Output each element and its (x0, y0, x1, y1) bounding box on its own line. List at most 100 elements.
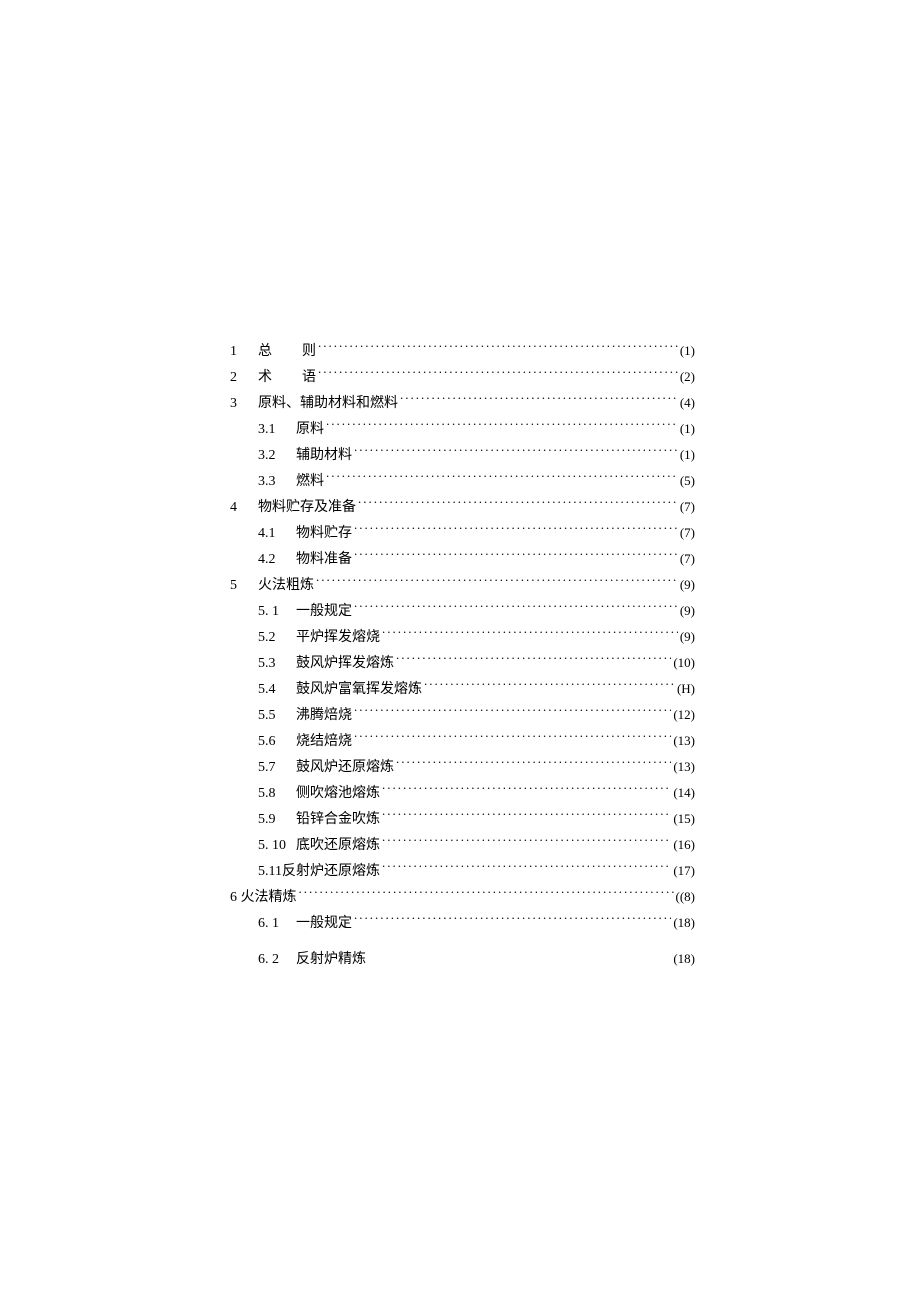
toc-leader-dots (352, 913, 671, 927)
toc-subnum: 5.9 (258, 807, 296, 832)
toc-page-number: (7) (680, 546, 695, 571)
toc-leader-dots (394, 757, 671, 771)
toc-page-number: (15) (673, 806, 695, 831)
toc-leader-dots (316, 341, 678, 355)
toc-leader-dots (380, 861, 671, 875)
toc-leader-dots (380, 783, 671, 797)
toc-title: 原料 (296, 417, 324, 442)
toc-leader-dots (394, 653, 671, 667)
toc-page-number: (13) (673, 728, 695, 753)
toc-entry: 5.5沸腾焙烧 (12) (230, 702, 695, 728)
toc-subnum: 6. 2 (258, 947, 296, 972)
toc-page-number: (12) (673, 702, 695, 727)
toc-subnum: 5.3 (258, 651, 296, 676)
toc-title: 鼓风炉挥发熔炼 (296, 651, 394, 676)
toc-entry: 3.3燃料 (5) (230, 468, 695, 494)
toc-leader-dots (352, 445, 678, 459)
toc-subnum: 3.2 (258, 443, 296, 468)
toc-leader-dots (324, 419, 678, 433)
toc-entry: 5.7鼓风炉还原熔炼 (13) (230, 754, 695, 780)
toc-entry: 2术语(2) (230, 364, 695, 390)
toc-entry: 1总则 (1) (230, 338, 695, 364)
toc-title: 反射炉精炼 (296, 947, 366, 972)
toc-title: 沸腾焙烧 (296, 703, 352, 728)
toc-leader-dots (352, 705, 671, 719)
toc-entry: 5.2平炉挥发熔烧 (9) (230, 624, 695, 650)
toc-subnum: 5.5 (258, 703, 296, 728)
toc-subnum: 4.2 (258, 547, 296, 572)
toc-entry: 4.1物料贮存 (7) (230, 520, 695, 546)
toc-entry: 6. 2反射炉精炼 (18) (230, 946, 695, 972)
toc-page-number: (18) (673, 910, 695, 935)
toc-page-number: (1) (680, 442, 695, 467)
toc-entry: 5火法粗炼 (9) (230, 572, 695, 598)
toc-leader-dots (352, 523, 678, 537)
toc-page-number: ((8) (676, 884, 696, 909)
toc-leader-dots (324, 471, 678, 485)
toc-title: 术语 (258, 365, 316, 390)
toc-num: 3 (230, 391, 258, 416)
toc-leader-dots (314, 575, 678, 589)
toc-page-number: (1) (680, 416, 695, 441)
toc-leader-dots (297, 887, 674, 901)
toc-title: 鼓风炉富氧挥发熔炼 (296, 677, 422, 702)
toc-title: 总则 (258, 339, 316, 364)
toc-entry: 5.4鼓风炉富氧挥发熔炼 (H) (230, 676, 695, 702)
toc-page-number: (4) (680, 390, 695, 415)
toc-num: 2 (230, 365, 258, 390)
toc-page-number: (7) (680, 494, 695, 519)
toc-page-number: (16) (673, 832, 695, 857)
toc-entry: 4物料贮存及准备 (7) (230, 494, 695, 520)
toc-entry: 5.11反射炉还原熔炼 (17) (230, 858, 695, 884)
toc-subnum: 3.1 (258, 417, 296, 442)
toc-leader-dots (422, 679, 675, 693)
toc-page-number: (5) (680, 468, 695, 493)
toc-subnum: 5.7 (258, 755, 296, 780)
toc-num: 1 (230, 339, 258, 364)
toc-title: 燃料 (296, 469, 324, 494)
toc-page-number: (14) (673, 780, 695, 805)
toc-subnum: 5.2 (258, 625, 296, 650)
toc-entry: 5. 10底吹还原熔炼 (16) (230, 832, 695, 858)
toc-leader-dots (380, 835, 671, 849)
toc-entry: 5.8侧吹熔池熔炼 (14) (230, 780, 695, 806)
toc-leader-dots (398, 393, 678, 407)
toc-title: 铅锌合金吹炼 (296, 807, 380, 832)
toc-title: 鼓风炉还原熔炼 (296, 755, 394, 780)
toc-page-number: (9) (680, 598, 695, 623)
toc-subnum: 6. 1 (258, 911, 296, 936)
toc-page-number: (10) (673, 650, 695, 675)
toc-title: 物料贮存及准备 (258, 495, 356, 520)
toc-subnum: 4.1 (258, 521, 296, 546)
toc-page-number: (18) (673, 946, 695, 971)
toc-leader-dots (380, 627, 678, 641)
toc-leader-dots (366, 949, 671, 963)
toc-title: 平炉挥发熔烧 (296, 625, 380, 650)
toc-title: 辅助材料 (296, 443, 352, 468)
toc-title: 6 火法精炼 (230, 885, 297, 910)
toc-entry: 6 火法精炼 ((8) (230, 884, 695, 910)
toc-title: 物料贮存 (296, 521, 352, 546)
toc-leader-dots (356, 497, 678, 511)
toc-entry: 4.2物料准备 (7) (230, 546, 695, 572)
toc-leader-dots (316, 367, 678, 381)
toc-page-number: (7) (680, 520, 695, 545)
toc-entry: 5.9铅锌合金吹炼 (15) (230, 806, 695, 832)
toc-leader-dots (352, 731, 671, 745)
toc-entry: 5.3鼓风炉挥发熔炼 (10) (230, 650, 695, 676)
toc-subnum: 5.6 (258, 729, 296, 754)
toc-page-number: (H) (677, 676, 695, 701)
toc-subnum: 3.3 (258, 469, 296, 494)
toc-page-number: (13) (673, 754, 695, 779)
toc-page-number: (17) (673, 858, 695, 883)
toc-page-number: (1) (680, 338, 695, 363)
toc-title: 侧吹熔池熔炼 (296, 781, 380, 806)
toc-title: 5.11反射炉还原熔炼 (258, 859, 380, 884)
toc-entry: 3.2辅助材料 (1) (230, 442, 695, 468)
toc-title: 物料准备 (296, 547, 352, 572)
toc-leader-dots (380, 809, 671, 823)
toc-title: 一般规定 (296, 911, 352, 936)
toc-subnum: 5.4 (258, 677, 296, 702)
toc-entry: 5. 1一般规定 (9) (230, 598, 695, 624)
table-of-contents: 1总则(1)2术语(2)3原料、辅助材料和燃料 (4)3.1原料 (1)3.2辅… (230, 338, 695, 972)
